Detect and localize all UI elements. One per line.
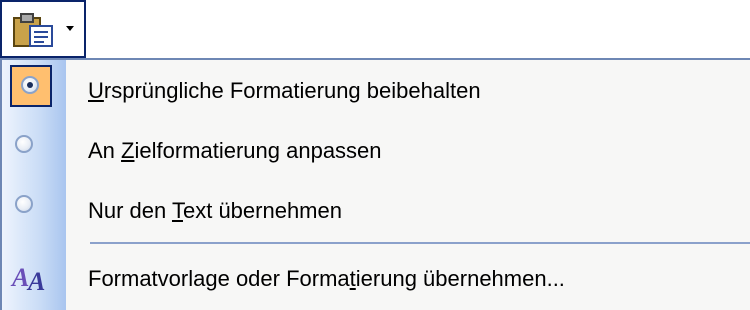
menu-item-match-destination-formatting[interactable]: An Zielformatierung anpassen (2, 122, 750, 180)
menu-item-highlight (10, 65, 52, 107)
menu-item-label: Nur den Text übernehmen (88, 198, 342, 223)
chevron-down-icon (66, 26, 74, 31)
menu-separator (90, 242, 750, 244)
clipboard-icon (13, 13, 53, 47)
radio-icon (15, 135, 33, 153)
menu-item-keep-source-formatting[interactable]: Ursprüngliche Formatierung beibehalten (2, 62, 750, 120)
radio-icon (15, 195, 33, 213)
menu-item-keep-text-only[interactable]: Nur den Text übernehmen (2, 182, 750, 240)
radio-checked-icon (21, 76, 39, 94)
menu-item-label: Formatvorlage oder Formatierung übernehm… (88, 266, 565, 291)
svg-text:A: A (26, 267, 45, 294)
menu-item-label: Ursprüngliche Formatierung beibehalten (88, 78, 481, 103)
svg-text:A: A (10, 263, 29, 292)
styles-icon: A A (10, 263, 45, 294)
menu-item-apply-style-or-formatting[interactable]: A A Formatvorlage oder Formatierung über… (2, 250, 750, 308)
paste-options-menu: Ursprüngliche Formatierung beibehalten A… (0, 58, 750, 310)
menu-item-label: An Zielformatierung anpassen (88, 138, 382, 163)
paste-options-button[interactable] (0, 0, 86, 58)
